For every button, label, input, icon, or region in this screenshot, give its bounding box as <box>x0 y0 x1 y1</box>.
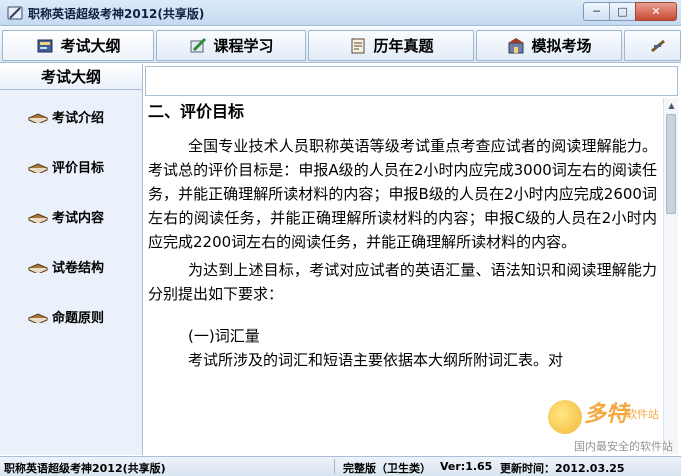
status-app-name: 职称英语超级考神2012(共享版) <box>4 462 166 475</box>
book-icon <box>37 39 53 52</box>
status-divider <box>334 459 335 474</box>
tab-exam-outline[interactable]: 考试大纲 <box>2 30 154 61</box>
tab-past-exams[interactable]: 历年真题 <box>308 30 474 61</box>
scroll-thumb[interactable] <box>666 114 676 214</box>
close-button[interactable]: ✕ <box>635 2 677 21</box>
paragraph-2: 为达到上述目标，考试对应试者的英语汇量、语法知识和阅读理解能力分别提出如下要求： <box>148 261 657 303</box>
sidebar: 考试大纲 考试介绍 评价目标 考试内容 试卷结构 命题原则 <box>0 64 143 455</box>
title-bar: 职称英语超级考神2012(共享版) ─ □ ✕ <box>0 0 681 26</box>
sidebar-item-question-principles[interactable]: 命题原则 <box>28 305 104 327</box>
book-icon <box>28 213 48 223</box>
sidebar-item-label: 考试内容 <box>52 210 105 226</box>
window-title: 职称英语超级考神2012(共享版) <box>28 7 205 21</box>
content-header-bar <box>145 66 678 96</box>
status-edition: 完整版（卫生类） <box>343 462 431 475</box>
maximize-button[interactable]: □ <box>609 2 635 21</box>
tab-label: 课程学习 <box>213 37 274 55</box>
scroll-up-icon[interactable]: ▲ <box>666 99 677 111</box>
tab-label: 考试大纲 <box>60 37 121 55</box>
sidebar-item-eval-goal[interactable]: 评价目标 <box>28 155 104 177</box>
pencil-icon <box>190 37 207 52</box>
sidebar-item-label: 命题原则 <box>52 310 105 326</box>
content-area[interactable]: 二、评价目标 全国专业技术人员职称英语等级考试重点考查应试者的阅读理解能力。考试… <box>145 98 663 455</box>
sidebar-item-label: 试卷结构 <box>52 260 105 276</box>
sidebar-item-label: 考试介绍 <box>52 110 105 126</box>
tab-mock-exam[interactable]: 模拟考场 <box>476 30 622 61</box>
app-icon <box>7 6 23 20</box>
section-heading: 二、评价目标 <box>148 102 245 121</box>
sidebar-header: 考试大纲 <box>0 64 142 90</box>
vertical-scrollbar[interactable]: ▲ <box>663 98 678 455</box>
book-icon <box>28 313 48 323</box>
minimize-button[interactable]: ─ <box>583 2 609 21</box>
status-bar: 职称英语超级考神2012(共享版) 完整版（卫生类） Ver:1.65 更新时间… <box>0 456 681 476</box>
tab-label: 模拟考场 <box>531 37 592 55</box>
tab-label: 历年真题 <box>373 37 434 55</box>
tab-more[interactable] <box>624 30 681 61</box>
book-icon <box>28 263 48 273</box>
sidebar-item-exam-content[interactable]: 考试内容 <box>28 205 104 227</box>
paragraph-3: 考试所涉及的词汇和短语主要依据本大纲所附词汇表。对 <box>188 351 564 369</box>
pen-icon <box>651 39 665 52</box>
building-icon <box>508 37 525 53</box>
window-controls: ─ □ ✕ <box>583 2 677 22</box>
paragraph-1: 全国专业技术人员职称英语等级考试重点考查应试者的阅读理解能力。考试总的评价目标是… <box>148 137 657 251</box>
tab-course-study[interactable]: 课程学习 <box>156 30 306 61</box>
book-icon <box>28 163 48 173</box>
status-version: Ver:1.65 <box>440 460 493 473</box>
subheading: (一)词汇量 <box>188 327 260 345</box>
status-update-time: 更新时间：2012.03.25 <box>500 462 625 475</box>
sidebar-item-exam-intro[interactable]: 考试介绍 <box>28 105 104 127</box>
test-paper-icon <box>351 38 365 53</box>
top-navigation: 考试大纲 课程学习 历年真题 模拟考场 <box>0 27 681 63</box>
sidebar-item-paper-structure[interactable]: 试卷结构 <box>28 255 104 277</box>
book-icon <box>28 113 48 123</box>
sidebar-item-label: 评价目标 <box>52 160 105 176</box>
